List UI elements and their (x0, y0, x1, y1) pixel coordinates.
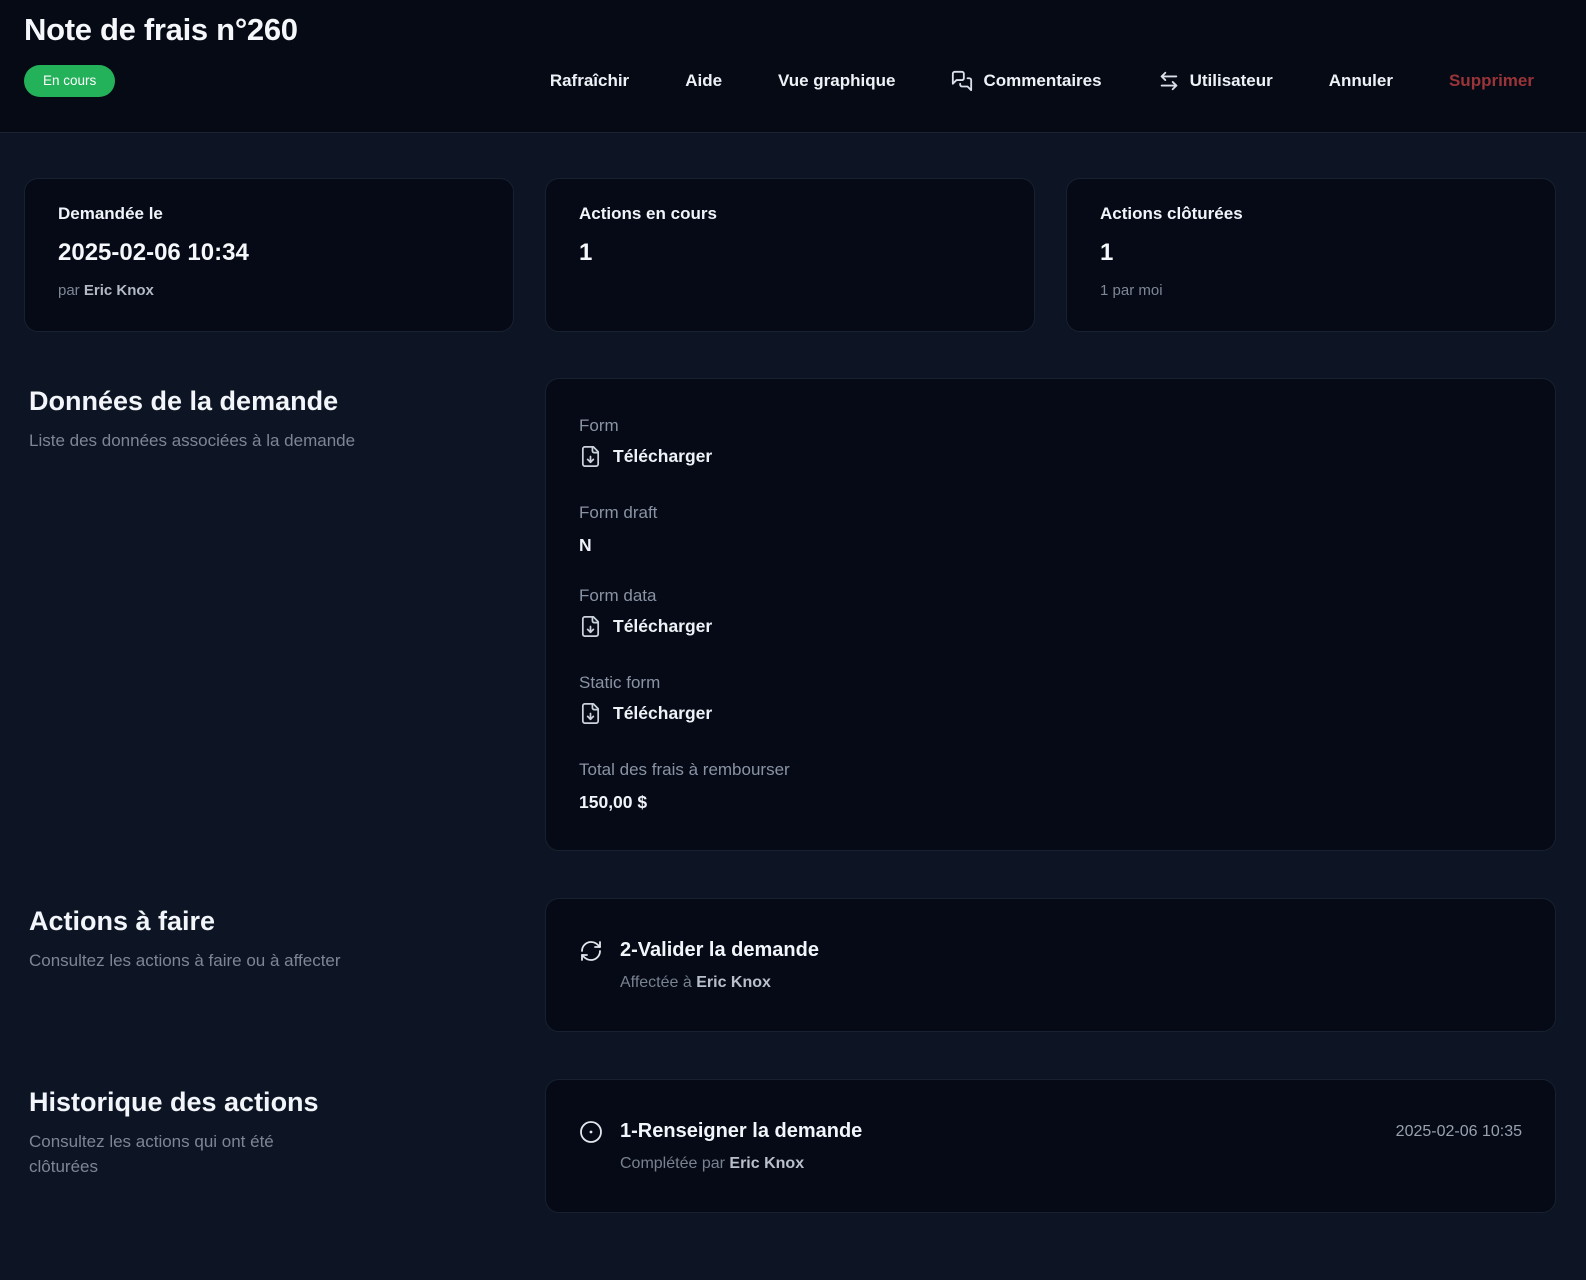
field-label: Form data (579, 586, 1522, 606)
section-title: Actions à faire (29, 906, 514, 937)
download-form-button[interactable]: Télécharger (579, 445, 712, 468)
completer-name: Eric Knox (729, 1155, 804, 1172)
stats-row: Demandée le 2025-02-06 10:34 par Eric Kn… (24, 178, 1556, 332)
download-static-form-button[interactable]: Télécharger (579, 702, 712, 725)
stat-title: Actions en cours (579, 204, 1001, 224)
stat-value: 1 (579, 239, 1001, 267)
section-subtitle: Consultez les actions à faire ou à affec… (29, 949, 389, 974)
field-label: Form (579, 416, 1522, 436)
action-meta-prefix: Affectée à (620, 974, 692, 991)
section-request-data: Données de la demande Liste des données … (24, 378, 1556, 851)
user-switch-button[interactable]: Utilisateur (1158, 70, 1273, 92)
action-meta-prefix: Complétée par (620, 1155, 725, 1172)
field-label: Form draft (579, 503, 1522, 523)
field-value: N (579, 535, 1522, 556)
toolbar: Rafraîchir Aide Vue graphique Commentair… (550, 70, 1556, 92)
section-head: Données de la demande Liste des données … (24, 378, 514, 851)
field-form: Form Télécharger (579, 416, 1522, 473)
field-total-expenses: Total des frais à rembourser 150,00 $ (579, 760, 1522, 813)
messages-icon (951, 70, 973, 92)
stat-meta-prefix: par (58, 282, 80, 299)
download-label: Télécharger (613, 446, 712, 467)
file-download-icon (579, 445, 602, 468)
section-actions-history: Historique des actions Consultez les act… (24, 1079, 1556, 1213)
action-title-row: 2-Valider la demande (579, 939, 1522, 963)
field-label: Static form (579, 673, 1522, 693)
section-subtitle: Consultez les actions qui ont été clôtur… (29, 1130, 341, 1179)
section-actions-todo: Actions à faire Consultez les actions à … (24, 898, 1556, 1032)
stat-value: 2025-02-06 10:34 (58, 239, 480, 267)
stat-card-requested-date: Demandée le 2025-02-06 10:34 par Eric Kn… (24, 178, 514, 332)
section-head: Historique des actions Consultez les act… (24, 1079, 514, 1213)
request-data-card: Form Télécharger Form draft N Form data (545, 378, 1556, 851)
field-static-form: Static form Télécharger (579, 673, 1522, 730)
section-head: Actions à faire Consultez les actions à … (24, 898, 514, 1032)
refresh-cycle-icon (579, 939, 603, 963)
assignee-name: Eric Knox (696, 974, 771, 991)
circle-dot-icon (579, 1120, 603, 1144)
stat-meta: par Eric Knox (58, 282, 480, 299)
stat-card-open-actions: Actions en cours 1 (545, 178, 1035, 332)
page-title: Note de frais n°260 (24, 12, 1556, 48)
refresh-button[interactable]: Rafraîchir (550, 72, 629, 89)
stat-value: 1 (1100, 239, 1522, 267)
action-title: 2-Valider la demande (620, 939, 819, 962)
page-header: Note de frais n°260 En cours Rafraîchir … (0, 0, 1586, 133)
delete-button[interactable]: Supprimer (1449, 72, 1534, 89)
download-label: Télécharger (613, 703, 712, 724)
action-meta: Affectée à Eric Knox (620, 974, 1522, 992)
stat-card-closed-actions: Actions clôturées 1 1 par moi (1066, 178, 1556, 332)
stat-title: Demandée le (58, 204, 480, 224)
cancel-button[interactable]: Annuler (1329, 72, 1393, 89)
comments-button[interactable]: Commentaires (951, 70, 1101, 92)
main-content: Demandée le 2025-02-06 10:34 par Eric Kn… (0, 133, 1586, 1213)
user-switch-button-label: Utilisateur (1190, 72, 1273, 89)
history-action-item[interactable]: 1-Renseigner la demande 2025-02-06 10:35… (545, 1079, 1556, 1213)
file-download-icon (579, 615, 602, 638)
help-button[interactable]: Aide (685, 72, 722, 89)
action-title-row: 1-Renseigner la demande 2025-02-06 10:35 (579, 1120, 1522, 1144)
action-meta: Complétée par Eric Knox (620, 1155, 1522, 1173)
section-title: Données de la demande (29, 386, 514, 417)
field-form-draft: Form draft N (579, 503, 1522, 556)
stat-meta: 1 par moi (1100, 282, 1522, 299)
section-title: Historique des actions (29, 1087, 514, 1118)
graph-view-button[interactable]: Vue graphique (778, 72, 895, 89)
requester-name: Eric Knox (84, 282, 154, 299)
file-download-icon (579, 702, 602, 725)
header-row: En cours Rafraîchir Aide Vue graphique C… (24, 65, 1556, 97)
comments-button-label: Commentaires (983, 72, 1101, 89)
status-badge: En cours (24, 65, 115, 97)
field-label: Total des frais à rembourser (579, 760, 1522, 780)
action-title: 1-Renseigner la demande (620, 1120, 862, 1143)
todo-action-item[interactable]: 2-Valider la demande Affectée à Eric Kno… (545, 898, 1556, 1032)
download-form-data-button[interactable]: Télécharger (579, 615, 712, 638)
field-value: 150,00 $ (579, 792, 1522, 813)
download-label: Télécharger (613, 616, 712, 637)
field-form-data: Form data Télécharger (579, 586, 1522, 643)
swap-arrows-icon (1158, 70, 1180, 92)
stat-title: Actions clôturées (1100, 204, 1522, 224)
section-subtitle: Liste des données associées à la demande (29, 429, 389, 454)
action-timestamp: 2025-02-06 10:35 (1396, 1123, 1522, 1141)
